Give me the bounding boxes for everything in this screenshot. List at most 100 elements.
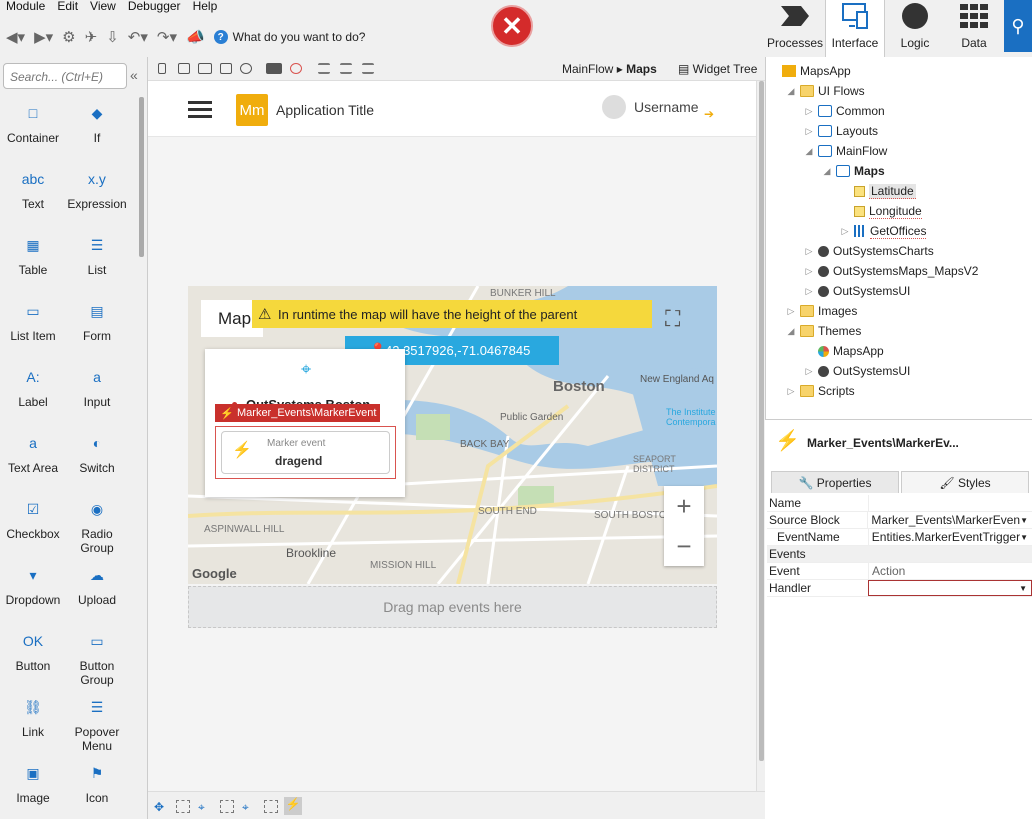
widget-image[interactable]: ▣ Image xyxy=(0,761,66,805)
align-right-icon[interactable] xyxy=(362,63,374,74)
tablet-view-icon[interactable] xyxy=(178,63,190,74)
tree-node[interactable]: ◢ UI Flows xyxy=(786,81,865,101)
tree-toggle-icon[interactable]: ▷ xyxy=(804,106,814,117)
drag-map-events-area[interactable]: Drag map events here xyxy=(188,586,717,628)
tree-toggle-icon[interactable]: ▷ xyxy=(786,306,796,317)
widget-dropdown[interactable]: ▾ Dropdown xyxy=(0,563,66,607)
map-pin-icon[interactable]: ⌖ xyxy=(242,800,256,814)
tab-logic[interactable]: Logic xyxy=(885,0,945,57)
desktop-view-icon[interactable] xyxy=(198,63,212,74)
tree-node[interactable]: ▷ Images xyxy=(786,301,858,321)
error-close-icon[interactable]: ✕ xyxy=(491,5,533,47)
menu-edit[interactable]: Edit xyxy=(51,0,84,14)
tree-node[interactable]: ▷ Scripts xyxy=(786,381,855,401)
widget-expression[interactable]: x.y Expression xyxy=(64,167,130,211)
widget-table[interactable]: ▦ Table xyxy=(0,233,66,277)
widget-text[interactable]: abc Text xyxy=(0,167,66,211)
announce-icon[interactable]: 📣 xyxy=(186,28,205,46)
widget-button[interactable]: OK Button xyxy=(0,629,66,673)
canvas-scrollbar[interactable] xyxy=(756,81,765,791)
fullscreen-icon[interactable]: ⛶ xyxy=(665,306,703,336)
property-value[interactable] xyxy=(868,495,1032,511)
align-center-icon[interactable] xyxy=(340,63,352,74)
dropdown-arrow-icon[interactable]: ▼ xyxy=(1019,584,1027,593)
tree-node[interactable]: ◢ MainFlow xyxy=(804,141,888,161)
redo-icon[interactable]: ↷▾ xyxy=(157,28,177,46)
widget-label[interactable]: A: Label xyxy=(0,365,66,409)
tree-toggle-icon[interactable]: ▷ xyxy=(804,246,814,257)
tree-toggle-icon[interactable]: ◢ xyxy=(786,326,796,337)
widget-popover-menu[interactable]: ☰ Popover Menu xyxy=(64,695,130,753)
tree-node[interactable]: ▷ OutSystemsCharts xyxy=(804,241,934,261)
map-pin-icon[interactable]: ⌖ xyxy=(198,800,212,814)
tree-node[interactable]: ▷ OutSystemsUI xyxy=(804,361,911,381)
dropdown-arrow-icon[interactable]: ▼ xyxy=(1020,516,1028,525)
tree-node[interactable]: ▷ OutSystemsUI xyxy=(804,281,911,301)
tab-processes[interactable]: Processes xyxy=(765,0,825,57)
tree-toggle-icon[interactable]: ▷ xyxy=(804,366,814,377)
widget-checkbox[interactable]: ☑ Checkbox xyxy=(0,497,66,541)
widget-input[interactable]: a Input xyxy=(64,365,130,409)
css-icon[interactable] xyxy=(266,63,282,74)
breadcrumb-parent[interactable]: MainFlow xyxy=(562,62,613,76)
tree-node[interactable]: Longitude xyxy=(840,201,922,221)
widget-icon[interactable]: ✥ xyxy=(154,800,168,814)
logout-icon[interactable]: ➔ xyxy=(704,107,714,121)
tree-node[interactable]: ◢ Maps xyxy=(822,161,885,181)
tree-node[interactable]: MapsApp xyxy=(768,61,851,81)
widget-text-area[interactable]: a Text Area xyxy=(0,431,66,475)
widget-search-input[interactable]: Search... (Ctrl+E) xyxy=(3,63,127,89)
widget-upload[interactable]: ☁ Upload xyxy=(64,563,130,607)
widget-tree-button[interactable]: ▤ Widget Tree xyxy=(678,62,757,76)
tree-toggle-icon[interactable]: ◢ xyxy=(822,166,832,177)
tree-toggle-icon[interactable]: ▷ xyxy=(804,126,814,137)
align-left-icon[interactable] xyxy=(318,63,330,74)
ask-box[interactable]: ? What do you want to do? xyxy=(213,30,365,44)
menu-debugger[interactable]: Debugger xyxy=(122,0,187,14)
widget-switch[interactable]: ◐ Switch xyxy=(64,431,130,475)
widget-link[interactable]: ⛓ Link xyxy=(0,695,66,739)
property-value[interactable]: ▼ xyxy=(868,580,1032,596)
tab-data[interactable]: Data xyxy=(944,0,1004,57)
container-icon[interactable] xyxy=(176,800,190,813)
tree-toggle-icon[interactable]: ◢ xyxy=(804,146,814,157)
container-icon[interactable] xyxy=(264,800,278,813)
container-icon[interactable] xyxy=(220,800,234,813)
theme-icon[interactable] xyxy=(290,63,302,74)
property-value[interactable]: Action xyxy=(868,563,1032,579)
tree-toggle-icon[interactable]: ▷ xyxy=(786,386,796,397)
tree-node[interactable]: Latitude xyxy=(840,181,916,201)
widget-if[interactable]: ◆ If xyxy=(64,101,130,145)
widget-icon[interactable]: ⚑ Icon xyxy=(64,761,130,805)
tree-node[interactable]: MapsApp xyxy=(804,341,884,361)
widget-radio-group[interactable]: ◉ Radio Group xyxy=(64,497,130,555)
tree-node[interactable]: ▷ GetOffices xyxy=(840,221,927,241)
marker-event-badge[interactable]: ⚡ Marker_Events\MarkerEvent xyxy=(215,404,380,422)
widget-form[interactable]: ▤ Form xyxy=(64,299,130,343)
marker-event-icon[interactable]: ⚡ xyxy=(284,797,302,815)
widget-button-group[interactable]: ▭ Button Group xyxy=(64,629,130,687)
menu-help[interactable]: Help xyxy=(187,0,224,14)
tree-node[interactable]: ▷ Layouts xyxy=(804,121,879,141)
phone-view-icon[interactable] xyxy=(158,63,166,74)
tree-toggle-icon[interactable]: ▷ xyxy=(804,266,814,277)
toolbox-scrollbar[interactable] xyxy=(139,97,144,257)
settings-icon[interactable]: ⚙ xyxy=(62,28,75,46)
tab-styles[interactable]: 🖌 Styles xyxy=(901,471,1029,493)
property-value[interactable]: Marker_Events\MarkerEven ▼ xyxy=(867,512,1032,528)
scrollbar-thumb[interactable] xyxy=(759,81,764,761)
undo-icon[interactable]: ↶▾ xyxy=(128,28,148,46)
tree-toggle-icon[interactable]: ▷ xyxy=(804,286,814,297)
tree-toggle-icon[interactable]: ◢ xyxy=(786,86,796,97)
breadcrumb-current[interactable]: Maps xyxy=(626,62,657,76)
marker-event-block[interactable]: ⚡ Marker event dragend xyxy=(215,426,396,479)
zoom-out-button[interactable]: − xyxy=(664,526,704,566)
search-icon[interactable]: ⚲ xyxy=(1004,0,1032,52)
menu-module[interactable]: Module xyxy=(0,0,51,14)
tab-interface[interactable]: Interface xyxy=(825,0,885,57)
dropdown-arrow-icon[interactable]: ▼ xyxy=(1020,533,1028,542)
widget-list[interactable]: ☰ List xyxy=(64,233,130,277)
tab-properties[interactable]: 🔧 Properties xyxy=(771,471,899,493)
menu-view[interactable]: View xyxy=(84,0,122,14)
forward-icon[interactable]: ▶▾ xyxy=(34,28,53,46)
